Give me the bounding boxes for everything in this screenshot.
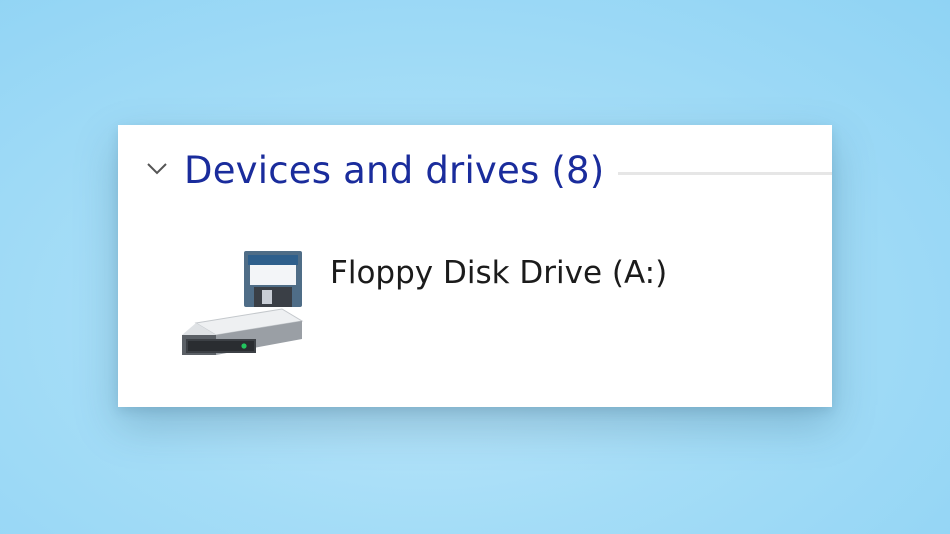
drive-item-floppy[interactable]: Floppy Disk Drive (A:) [174,243,674,373]
devices-and-drives-group-header[interactable]: Devices and drives (8) [118,125,832,225]
group-title: Devices and drives (8) [184,149,605,192]
group-divider [618,172,832,175]
file-explorer-panel: Devices and drives (8) Floppy Disk Drive… [118,125,832,407]
floppy-disk-drive-icon [182,251,304,355]
drive-label: Floppy Disk Drive (A:) [330,255,668,291]
chevron-down-icon[interactable] [146,161,168,177]
